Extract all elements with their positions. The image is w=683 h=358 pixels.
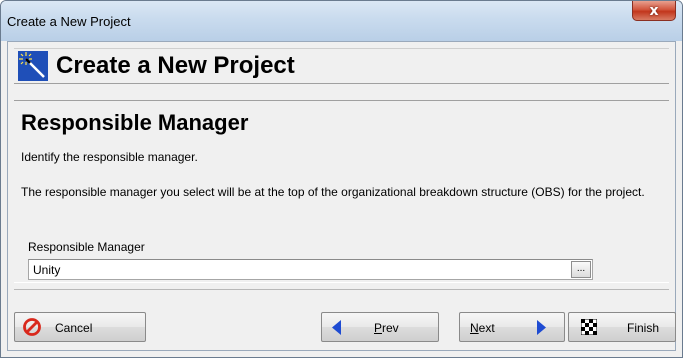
dialog-window: Create a New Project x Create a New Proj… (0, 0, 683, 358)
checkered-flag-icon (580, 318, 598, 338)
title-bar[interactable]: Create a New Project x (1, 1, 682, 41)
responsible-manager-field[interactable]: Unity ... (28, 259, 593, 280)
cancel-icon (23, 318, 41, 339)
next-label: Next (470, 321, 495, 335)
step-description: The responsible manager you select will … (21, 185, 645, 199)
prev-label-rest: rev (382, 321, 399, 335)
step-instruction: Identify the responsible manager. (21, 150, 198, 164)
step-content: Responsible Manager Identify the respons… (14, 100, 669, 283)
step-title: Responsible Manager (21, 110, 249, 135)
cancel-button[interactable]: Cancel (14, 312, 146, 342)
next-button[interactable]: Next (459, 312, 565, 342)
responsible-manager-value: Unity (33, 263, 61, 277)
responsible-manager-label: Responsible Manager (28, 240, 145, 254)
arrow-right-icon (536, 320, 546, 338)
prev-mnemonic: P (374, 321, 383, 335)
footer-divider (14, 289, 669, 290)
close-button[interactable]: x (632, 1, 676, 21)
cancel-label: Cancel (55, 321, 93, 335)
arrow-left-icon (332, 320, 342, 338)
magic-wand-icon (18, 51, 48, 81)
window-title: Create a New Project (7, 14, 131, 29)
finish-button[interactable]: Finish (568, 312, 676, 342)
next-label-rest: ext (478, 321, 495, 335)
wizard-header: Create a New Project (14, 48, 669, 84)
next-mnemonic: N (470, 321, 479, 335)
wizard-title: Create a New Project (56, 52, 295, 79)
prev-button[interactable]: Prev (321, 312, 439, 342)
close-icon: x (649, 2, 659, 19)
prev-label: Prev (374, 321, 399, 335)
browse-button[interactable]: ... (571, 261, 591, 278)
finish-label: Finish (627, 321, 660, 335)
wizard-body: Create a New Project Responsible Manager… (7, 41, 676, 351)
